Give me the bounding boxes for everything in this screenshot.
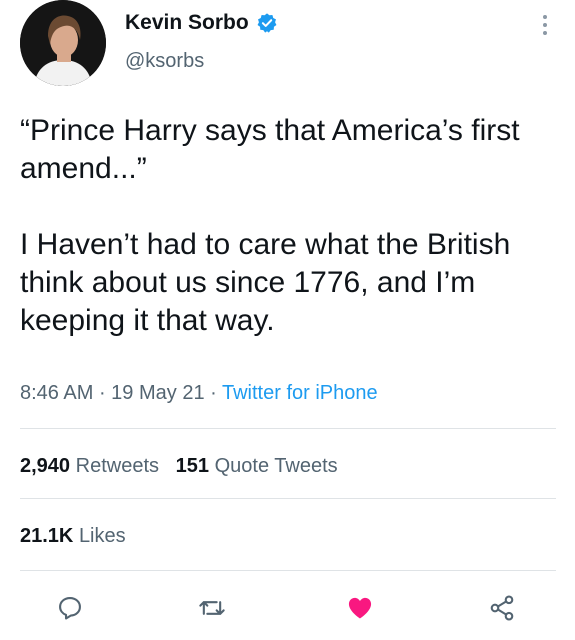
tweet-paragraph-2: I Haven’t had to care what the British t…: [20, 228, 511, 337]
tweet-meta: 8:46 AM · 19 May 21 · Twitter for iPhone: [20, 382, 378, 405]
quotes-count: 151: [175, 455, 210, 477]
retweet-stats-row: 2,940 Retweets 151 Quote Tweets: [20, 455, 338, 478]
avatar[interactable]: [20, 0, 106, 86]
likes-stat[interactable]: 21.1K Likes: [20, 525, 126, 547]
like-button[interactable]: [340, 588, 380, 628]
reply-button[interactable]: [50, 588, 90, 628]
retweets-stat[interactable]: 2,940 Retweets: [20, 455, 159, 477]
share-button[interactable]: [482, 588, 522, 628]
verified-badge-icon: [257, 13, 277, 33]
divider: [20, 570, 556, 571]
meta-separator: ·: [93, 382, 112, 404]
retweet-button[interactable]: [192, 588, 232, 628]
tweet-date[interactable]: 19 May 21: [111, 382, 204, 404]
quotes-label: Quote Tweets: [214, 455, 338, 477]
tweet-time[interactable]: 8:46 AM: [20, 382, 93, 404]
divider: [20, 428, 556, 429]
likes-count: 21.1K: [20, 525, 74, 547]
tweet-source[interactable]: Twitter for iPhone: [222, 382, 378, 404]
action-bar: [0, 588, 575, 628]
divider: [20, 498, 556, 499]
likes-stats-row: 21.1K Likes: [20, 525, 126, 548]
heart-icon: [348, 597, 372, 619]
reply-icon: [59, 597, 81, 620]
more-options-icon[interactable]: [535, 10, 555, 40]
display-name[interactable]: Kevin Sorbo: [125, 11, 249, 35]
retweets-count: 2,940: [20, 455, 71, 477]
author-name-row: Kevin Sorbo: [125, 11, 278, 35]
retweets-label: Retweets: [75, 455, 159, 477]
handle[interactable]: @ksorbs: [125, 50, 204, 73]
retweet-icon: [199, 601, 225, 615]
tweet-paragraph-1: “Prince Harry says that America’s first …: [20, 114, 520, 185]
meta-separator-2: ·: [204, 382, 222, 404]
share-icon: [490, 595, 514, 621]
tweet-text: “Prince Harry says that America’s first …: [20, 112, 560, 340]
quotes-stat[interactable]: 151 Quote Tweets: [176, 455, 338, 477]
likes-label: Likes: [78, 525, 126, 547]
